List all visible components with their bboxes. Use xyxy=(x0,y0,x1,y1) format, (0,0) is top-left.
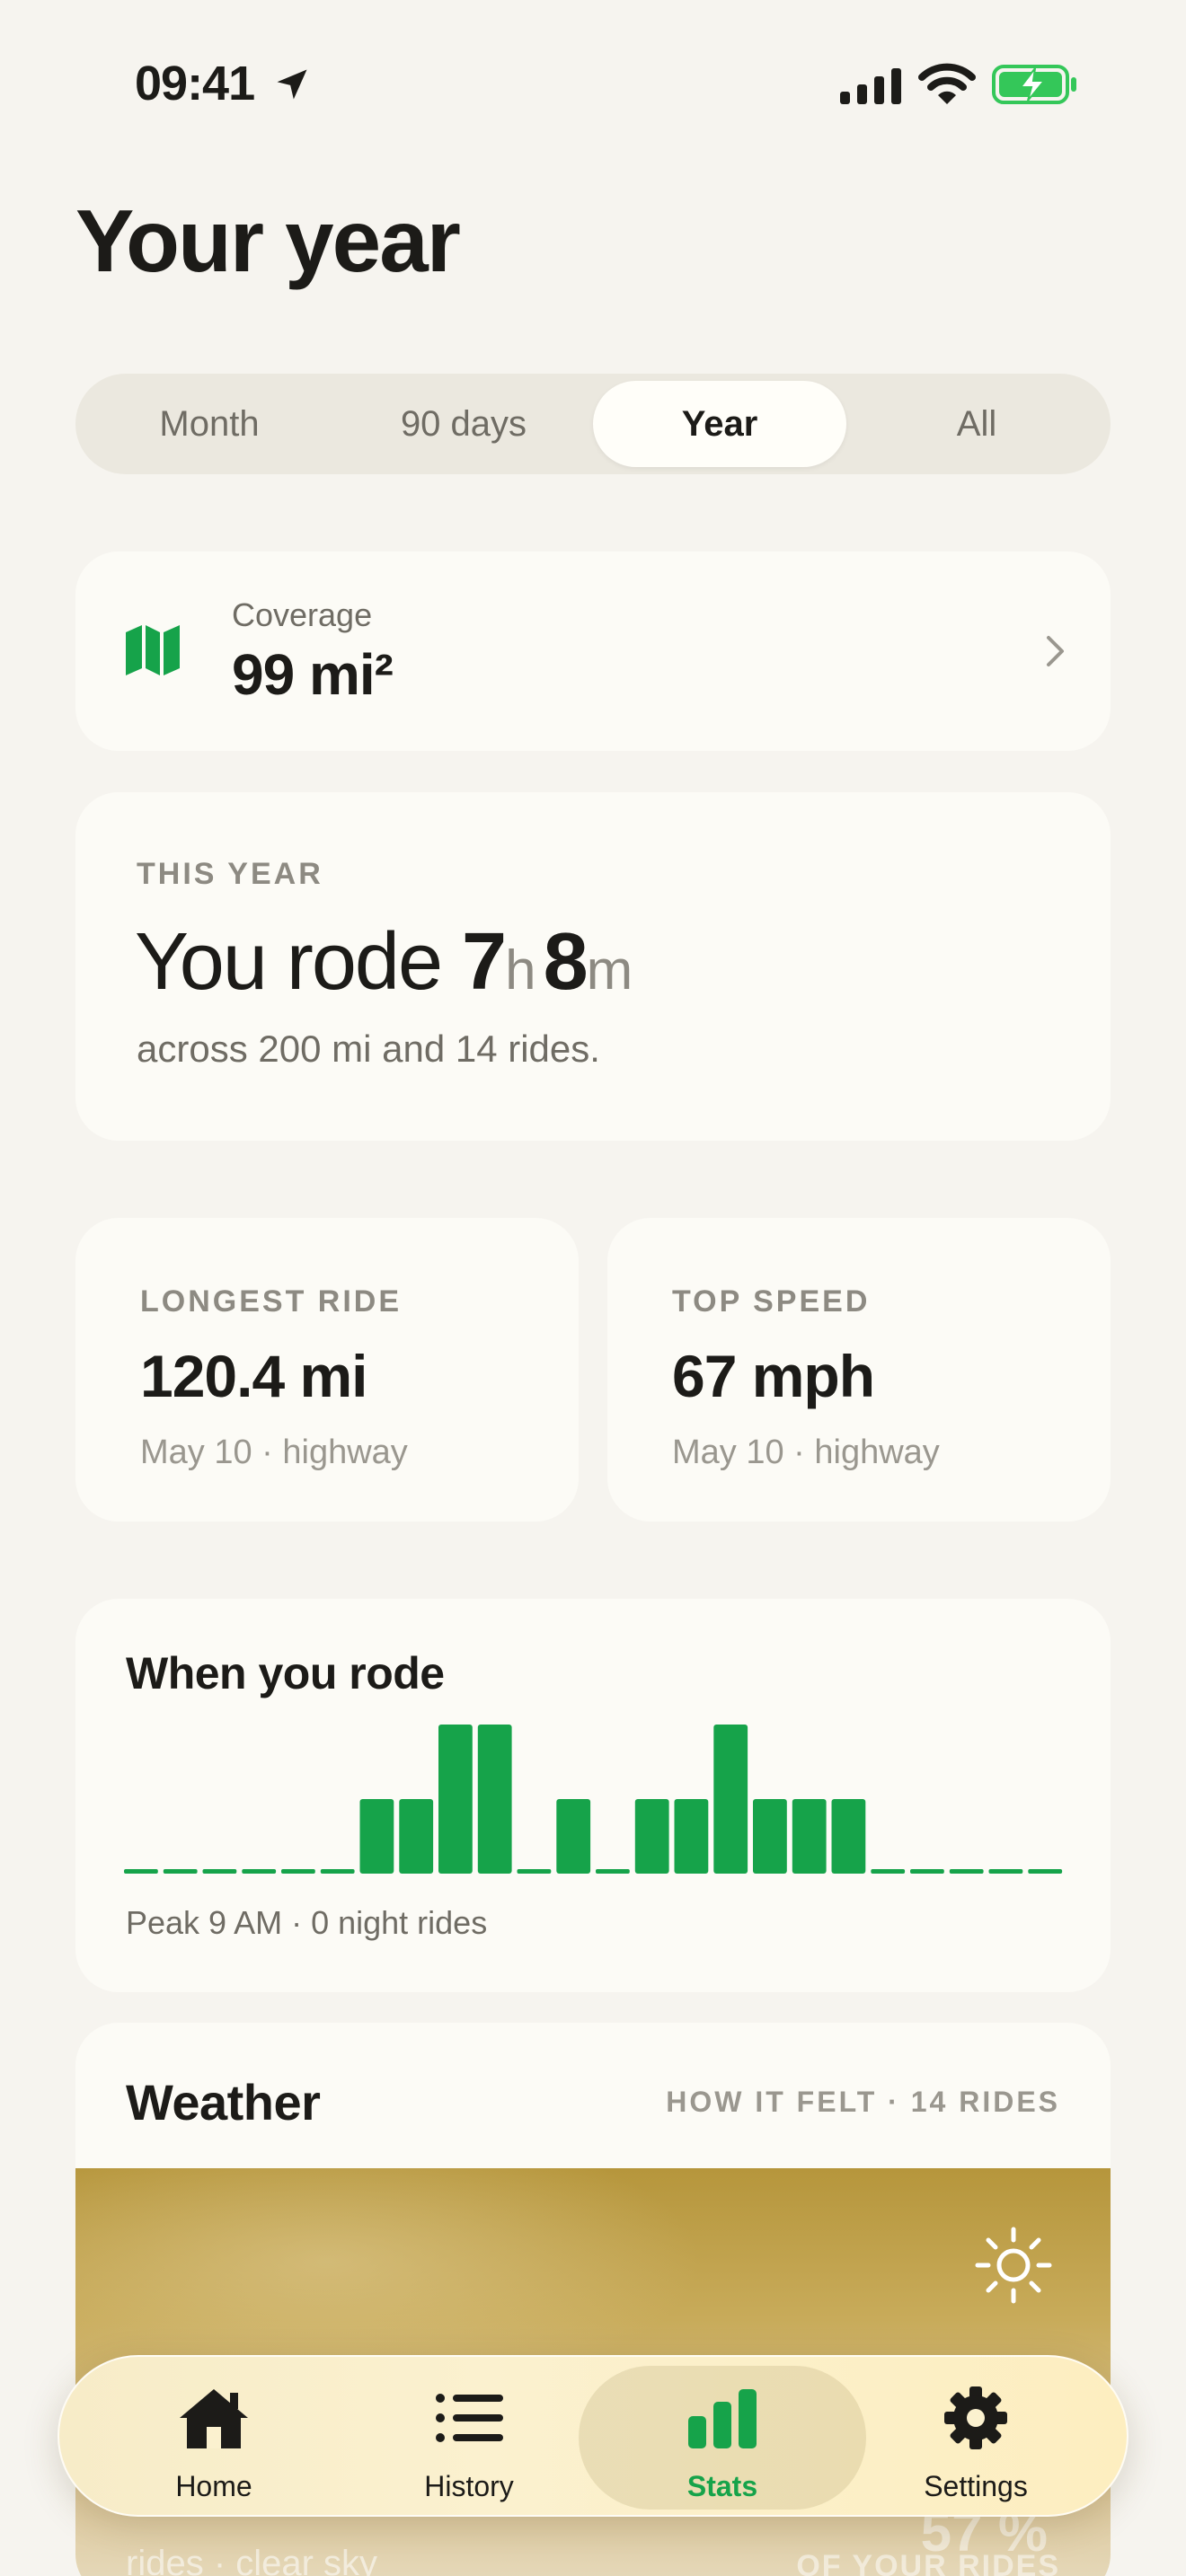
hour-bar-8 xyxy=(438,1725,473,1874)
hour-bar-22 xyxy=(988,1869,1023,1874)
battery-charging-icon xyxy=(992,65,1076,104)
weather-title: Weather xyxy=(126,2074,321,2130)
hour-bar-4 xyxy=(281,1869,315,1874)
list-icon xyxy=(436,2394,503,2442)
sun-icon xyxy=(975,2227,1052,2304)
longest-ride-tile[interactable]: LONGEST RIDE 120.4 mi May 10 · highway xyxy=(75,1218,579,1522)
ride-hours-unit: h xyxy=(505,940,536,1001)
hour-bar-16 xyxy=(753,1799,787,1874)
tab-settings[interactable]: Settings xyxy=(832,2357,1120,2519)
this-year-card: THIS YEAR You rode 7h 8m across 200 mi an… xyxy=(75,792,1111,1141)
cellular-signal-icon xyxy=(840,68,901,104)
status-time: 09:41 xyxy=(135,57,255,110)
wifi-icon xyxy=(918,63,976,104)
map-icon xyxy=(126,625,180,675)
hour-bar-20 xyxy=(910,1869,944,1874)
segment-all[interactable]: All xyxy=(850,381,1103,467)
top-speed-sub: May 10 · highway xyxy=(672,1434,940,1471)
coverage-value: 99 mi² xyxy=(232,642,394,707)
tab-history-label: History xyxy=(424,2470,514,2502)
when-you-rode-card: When you rode Peak 9 AM · 0 night rides xyxy=(75,1599,1111,1992)
hour-bar-6 xyxy=(359,1799,394,1874)
ride-time-prefix: You rode xyxy=(135,917,463,1007)
status-bar: 09:41 xyxy=(0,0,1186,171)
hour-bar-10 xyxy=(517,1869,552,1874)
tab-home-label: Home xyxy=(175,2470,252,2502)
hour-bar-3 xyxy=(242,1869,277,1874)
hour-bar-15 xyxy=(713,1725,748,1874)
this-year-eyebrow: THIS YEAR xyxy=(137,857,323,891)
page-title: Your year xyxy=(75,191,461,290)
tab-stats-label: Stats xyxy=(686,2470,758,2502)
gear-icon xyxy=(944,2386,1007,2449)
hour-bar-11 xyxy=(556,1799,591,1874)
top-speed-value: 67 mph xyxy=(672,1343,875,1409)
coverage-card[interactable]: Coverage 99 mi² xyxy=(75,551,1111,751)
when-you-rode-summary: Peak 9 AM · 0 night rides xyxy=(126,1904,488,1941)
top-speed-tile[interactable]: TOP SPEED 67 mph May 10 · highway xyxy=(607,1218,1111,1522)
hour-bar-9 xyxy=(477,1725,512,1874)
hour-bar-14 xyxy=(674,1799,709,1874)
weather-meta: HOW IT FELT · 14 RIDES xyxy=(666,2086,1060,2118)
hour-bar-19 xyxy=(871,1869,906,1874)
hour-bar-12 xyxy=(596,1869,630,1874)
ride-minutes-unit: m xyxy=(586,940,633,1001)
home-icon xyxy=(180,2389,248,2448)
hour-bar-2 xyxy=(202,1869,237,1874)
when-you-rode-title: When you rode xyxy=(126,1648,445,1698)
segment-90-days[interactable]: 90 days xyxy=(337,381,590,467)
weather-percent-caption: OF YOUR RIDES xyxy=(796,2549,1060,2576)
tab-history[interactable]: History xyxy=(325,2357,613,2519)
hourly-rides-chart xyxy=(124,1725,1063,1874)
longest-ride-label: LONGEST RIDE xyxy=(140,1284,403,1319)
tab-settings-label: Settings xyxy=(924,2470,1028,2502)
ride-time-headline: You rode 7h 8m xyxy=(135,916,640,1009)
hour-bar-1 xyxy=(163,1869,198,1874)
segment-year[interactable]: Year xyxy=(593,381,846,467)
tab-home[interactable]: Home xyxy=(70,2357,358,2519)
longest-ride-value: 120.4 mi xyxy=(140,1343,368,1409)
hour-bar-0 xyxy=(124,1869,158,1874)
hour-bar-21 xyxy=(949,1869,984,1874)
tab-stats[interactable]: Stats xyxy=(579,2357,866,2519)
hour-bar-17 xyxy=(792,1799,827,1874)
time-range-segmented-control: Month 90 days Year All xyxy=(75,374,1111,474)
tab-bar: Home History Stats Settings xyxy=(58,2355,1128,2517)
top-speed-label: TOP SPEED xyxy=(672,1284,871,1319)
longest-ride-sub: May 10 · highway xyxy=(140,1434,408,1471)
coverage-label: Coverage xyxy=(232,596,373,633)
segment-month[interactable]: Month xyxy=(83,381,336,467)
ride-minutes: 8 xyxy=(543,917,589,1007)
weather-caption: rides · clear sky xyxy=(126,2544,378,2576)
hour-bar-13 xyxy=(634,1799,669,1874)
chevron-right-icon xyxy=(1047,636,1064,666)
bar-chart-icon xyxy=(688,2389,757,2448)
hour-bar-5 xyxy=(320,1869,355,1874)
hour-bar-7 xyxy=(399,1799,434,1874)
location-arrow-icon xyxy=(277,69,307,100)
hour-bar-23 xyxy=(1028,1869,1063,1874)
hour-bar-18 xyxy=(831,1799,866,1874)
ride-summary: across 200 mi and 14 rides. xyxy=(137,1028,600,1070)
ride-hours: 7 xyxy=(462,917,507,1007)
